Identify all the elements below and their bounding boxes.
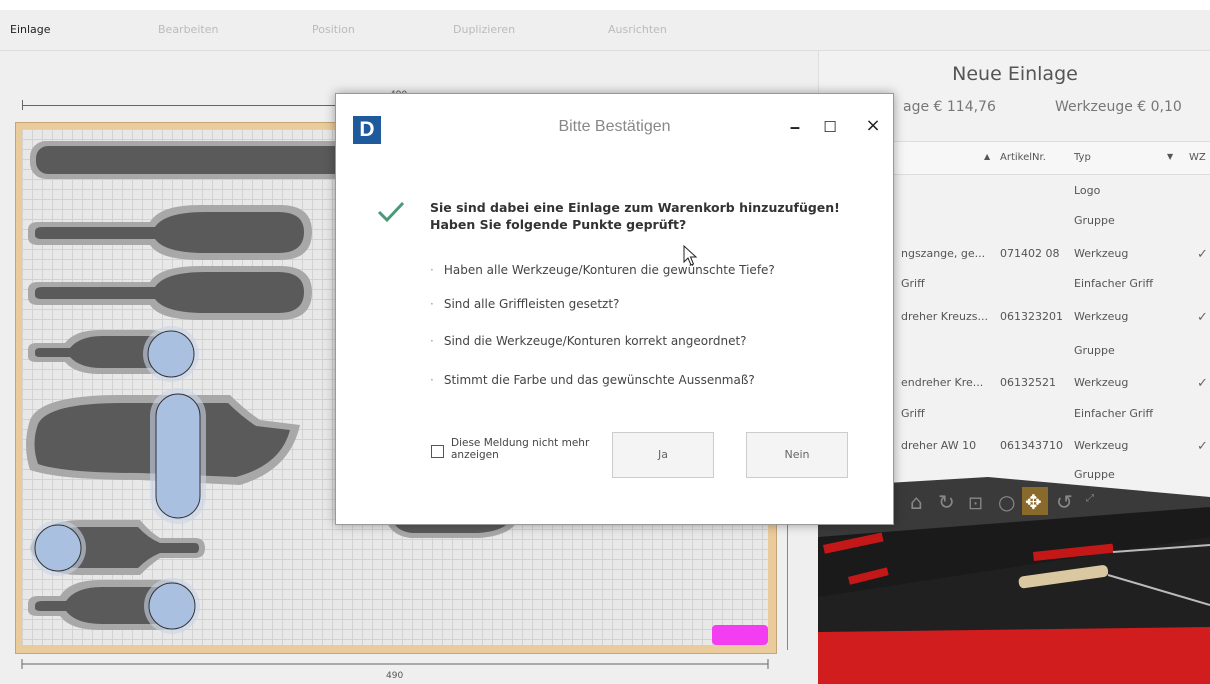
dialog-heading-line-2: Haben Sie folgende Punkte geprüft? bbox=[430, 217, 687, 232]
tool-contour-5[interactable] bbox=[26, 388, 300, 524]
cell-name: Griff bbox=[901, 277, 925, 290]
dimension-label-bottom: 490 bbox=[386, 671, 404, 681]
cell-typ: Werkzeug bbox=[1074, 247, 1129, 260]
sort-asc-icon[interactable]: ▲ bbox=[984, 152, 990, 161]
logo-placeholder[interactable] bbox=[712, 625, 768, 645]
checklist-item: · Sind die Werkzeuge/Konturen korrekt ang… bbox=[430, 334, 747, 348]
cell-typ: Gruppe bbox=[1074, 344, 1115, 357]
cell-name: dreher AW 10 bbox=[901, 439, 977, 452]
wz-checkbox[interactable]: ✓ bbox=[1197, 376, 1208, 391]
column-header-artikelnr[interactable]: ArtikelNr. bbox=[1000, 152, 1046, 163]
cell-artikelnr: 061343710 bbox=[1000, 439, 1063, 452]
cell-typ: Einfacher Griff bbox=[1074, 407, 1154, 420]
tool-contour-4[interactable] bbox=[28, 326, 199, 382]
wz-checkbox[interactable]: ✓ bbox=[1197, 247, 1208, 262]
wz-checkbox[interactable]: ✓ bbox=[1197, 310, 1208, 325]
checklist-text: Stimmt die Farbe und das gewünschte Auss… bbox=[443, 373, 755, 387]
checklist-item: · Sind alle Griffleisten gesetzt? bbox=[430, 297, 619, 311]
tool-contour-1[interactable] bbox=[30, 141, 350, 179]
filter-dropdown-icon[interactable]: ▼ bbox=[1167, 152, 1173, 161]
panel-title: Neue Einlage bbox=[952, 63, 1078, 85]
cell-typ: Werkzeug bbox=[1074, 439, 1129, 452]
zoom-icon[interactable]: ○ bbox=[998, 490, 1015, 514]
cell-artikelnr: 061323201 bbox=[1000, 310, 1063, 323]
cell-typ: Logo bbox=[1074, 184, 1101, 197]
checklist-item: · Stimmt die Farbe und das gewünschte Aus… bbox=[430, 373, 755, 387]
bullet-mark: · bbox=[430, 263, 434, 277]
column-header-wz[interactable]: WZ bbox=[1189, 152, 1206, 163]
bullet-mark: · bbox=[430, 334, 434, 348]
pan-icon[interactable]: ✥ bbox=[1025, 490, 1042, 514]
dont-show-again-label[interactable]: Diese Meldung nicht mehr anzeigen bbox=[451, 437, 591, 461]
cell-artikelnr: 071402 08 bbox=[1000, 247, 1060, 260]
fullscreen-icon[interactable]: ⤢ bbox=[1086, 493, 1094, 504]
close-button[interactable]: × bbox=[863, 115, 883, 136]
price-werkzeuge: Werkzeuge € 0,10 bbox=[1055, 99, 1182, 115]
wz-checkbox[interactable]: ✓ bbox=[1197, 439, 1208, 454]
confirm-dialog: D Bitte Bestätigen ‒ ☐ × Sie sind dabei … bbox=[335, 93, 894, 525]
cell-name: dreher Kreuzs... bbox=[901, 310, 989, 323]
price-einlage: age € 114,76 bbox=[903, 99, 996, 115]
checkmark-icon bbox=[377, 201, 405, 223]
tool-contour-2[interactable] bbox=[28, 205, 312, 260]
dialog-heading-line-1: Sie sind dabei eine Einlage zum Warenkor… bbox=[430, 200, 840, 215]
cell-typ: Einfacher Griff bbox=[1074, 277, 1154, 290]
yes-button[interactable]: Ja bbox=[612, 432, 714, 478]
maximize-button[interactable]: ☐ bbox=[820, 118, 840, 136]
tool-contour-6[interactable] bbox=[30, 520, 205, 576]
dialog-heading: Sie sind dabei eine Einlage zum Warenkor… bbox=[430, 199, 840, 233]
cell-typ: Werkzeug bbox=[1074, 310, 1129, 323]
undo-icon[interactable]: ↺ bbox=[1056, 490, 1073, 514]
bullet-mark: · bbox=[430, 297, 434, 311]
bullet-mark: · bbox=[430, 373, 434, 387]
checklist-text: Sind die Werkzeuge/Konturen korrekt ange… bbox=[443, 334, 747, 348]
cell-name: ngszange, ge... bbox=[901, 247, 986, 260]
checklist-text: Sind alle Griffleisten gesetzt? bbox=[443, 297, 620, 311]
checklist-text: Haben alle Werkzeuge/Konturen die gewüns… bbox=[443, 263, 775, 277]
dialog-title: Bitte Bestätigen bbox=[558, 118, 671, 135]
no-button[interactable]: Nein bbox=[746, 432, 848, 478]
zoom-window-icon[interactable]: ⊡ bbox=[968, 493, 983, 514]
checklist-item: · Haben alle Werkzeuge/Konturen die gewün… bbox=[430, 263, 775, 277]
column-header-typ[interactable]: Typ bbox=[1074, 152, 1091, 163]
home-icon[interactable]: ⌂ bbox=[910, 490, 923, 514]
minimize-button[interactable]: ‒ bbox=[785, 118, 805, 136]
3d-toolbar: ⌂ ↻ ⊡ ○ ✥ ↺ ⤢ bbox=[910, 487, 1094, 515]
dont-show-again-checkbox[interactable] bbox=[431, 445, 444, 458]
cell-artikelnr: 06132521 bbox=[1000, 376, 1056, 389]
cell-typ: Werkzeug bbox=[1074, 376, 1129, 389]
cell-name: Griff bbox=[901, 407, 925, 420]
rotate-icon[interactable]: ↻ bbox=[938, 490, 955, 514]
tool-contour-3[interactable] bbox=[28, 266, 312, 320]
cell-typ: Gruppe bbox=[1074, 214, 1115, 227]
cell-name: endreher Kre... bbox=[901, 376, 984, 389]
tool-contour-7[interactable] bbox=[28, 578, 200, 634]
mouse-cursor-icon bbox=[683, 245, 698, 266]
